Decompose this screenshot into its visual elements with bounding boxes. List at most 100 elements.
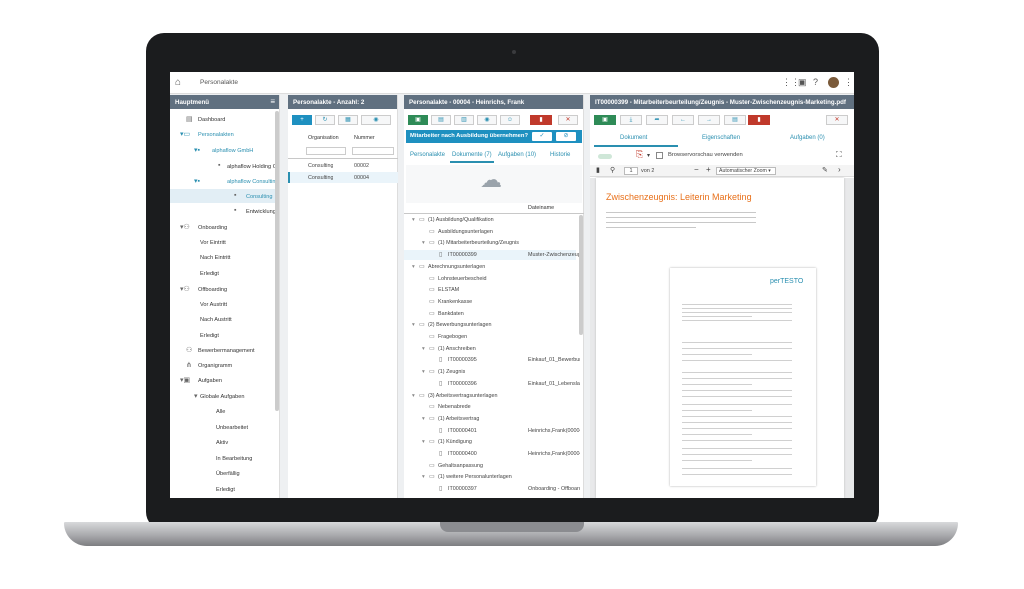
tree-item-label[interactable]: (2) Bewerbungsunterlagen <box>428 322 492 328</box>
chevron-right-icon[interactable]: › <box>838 165 841 174</box>
zoom-out-icon[interactable]: − <box>694 165 699 174</box>
chevron-down-icon[interactable]: ▾ <box>647 152 650 159</box>
audio-button[interactable]: ◉ <box>361 115 391 125</box>
chevron-down-icon[interactable]: ▾ <box>412 322 415 328</box>
browser-preview-checkbox[interactable] <box>656 152 663 159</box>
menu-item-erledigt-off[interactable]: Erledigt <box>200 333 219 339</box>
tab-eigenschaften[interactable]: Eigenschaften <box>702 135 740 141</box>
tree-item-label[interactable]: Nebenabrede <box>438 404 471 410</box>
menu-item-aktiv[interactable]: Aktiv <box>216 440 228 446</box>
close-button[interactable]: ✕ <box>558 115 578 125</box>
tree-item-label[interactable]: (3) Arbeitsvertragsunterlagen <box>428 393 498 399</box>
zoom-select[interactable]: Automatischer Zoom ▾ <box>716 167 776 175</box>
tab-dokument[interactable]: Dokument <box>620 135 647 141</box>
doc-button[interactable]: ▤ <box>724 115 746 125</box>
export-button[interactable]: ▦ <box>338 115 358 125</box>
row-num[interactable]: 00002 <box>354 163 369 169</box>
table-row-selected[interactable] <box>288 172 398 183</box>
menu-item-unbearbeitet[interactable]: Unbearbeitet <box>216 425 248 431</box>
tree-item-label[interactable]: Gehaltsanpassung <box>438 463 483 469</box>
tab-historie[interactable]: Historie <box>550 152 570 158</box>
tab-dokumente[interactable]: Dokumente (7) <box>452 152 492 158</box>
refresh-button[interactable]: ↻ <box>315 115 335 125</box>
reject-button[interactable]: ⊘ <box>556 132 576 141</box>
menu-item-globale-aufgaben[interactable]: Globale Aufgaben <box>200 394 244 400</box>
menu-item-alphaflow-gmbh[interactable]: alphaflow GmbH <box>212 148 253 154</box>
tree-item-label[interactable]: Bankdaten <box>438 311 464 317</box>
tree-item-label[interactable]: (1) Kündigung <box>438 439 472 445</box>
pdf-icon[interactable]: ⎘ <box>636 149 643 160</box>
tree-item-label[interactable]: Lohnsteuerbescheid <box>438 276 487 282</box>
tree-item-label[interactable]: IT00000396 <box>448 381 477 387</box>
approve-button[interactable]: ✓ <box>532 132 552 141</box>
chevron-down-icon[interactable]: ▾ <box>422 439 425 445</box>
menu-item-consulting[interactable]: Consulting <box>246 194 272 200</box>
tree-item-label[interactable]: ELSTAM <box>438 287 459 293</box>
new-doc-button[interactable]: ▤ <box>431 115 451 125</box>
sidebar-toggle-icon[interactable]: ▮ <box>596 166 600 174</box>
comment-icon[interactable]: ✎ <box>822 166 828 174</box>
search-icon[interactable]: ⚲ <box>610 166 615 174</box>
tree-item-label[interactable]: Ausbildungsunterlagen <box>438 229 493 235</box>
delete-button[interactable]: ▮ <box>530 115 552 125</box>
tree-item-label[interactable]: (1) Mitarbeiterbeurteilung/Zeugnis <box>438 240 519 246</box>
tree-item-label[interactable]: IT00000397 <box>448 486 477 492</box>
tree-item-label[interactable]: (1) weitere Personalunterlagen <box>438 474 512 480</box>
avatar[interactable] <box>828 77 839 88</box>
row-org[interactable]: Consulting <box>308 163 333 169</box>
chevron-down-icon[interactable]: ▾ <box>412 264 415 270</box>
zoom-in-icon[interactable]: + <box>706 165 711 174</box>
menu-item-vor-austritt[interactable]: Vor Austritt <box>200 302 227 308</box>
menu-item-personalakten[interactable]: Personalakten <box>198 132 234 138</box>
more-vert-icon[interactable]: ⋮ <box>844 77 853 88</box>
page-number-input[interactable]: 1 <box>624 167 638 175</box>
save-button[interactable]: ▣ <box>594 115 616 125</box>
chevron-down-icon[interactable]: ▾ <box>422 346 425 352</box>
gift-icon[interactable]: ▣ <box>798 77 807 88</box>
tree-item-label[interactable]: Fragebogen <box>438 334 467 340</box>
chevron-down-icon[interactable]: ▾ <box>422 416 425 422</box>
chevron-down-icon[interactable]: ▾ <box>422 240 425 246</box>
delete-button[interactable]: ▮ <box>748 115 770 125</box>
chevron-down-icon[interactable]: ▾ <box>422 369 425 375</box>
back-button[interactable]: ← <box>672 115 694 125</box>
tree-item-filename[interactable]: Einkauf_01_Bewerbung. <box>528 357 580 363</box>
chevron-down-icon[interactable]: ▾ <box>412 217 415 223</box>
menu-item-offboarding[interactable]: Offboarding <box>198 287 227 293</box>
tree-item-filename[interactable]: Onboarding - Offboarding <box>528 486 580 492</box>
menu-item-alle[interactable]: Alle <box>216 409 225 415</box>
menu-item-entwicklung[interactable]: Entwicklung <box>246 209 276 215</box>
chevron-down-icon[interactable]: ▾ <box>412 393 415 399</box>
menu-item-bewerbermanagement[interactable]: Bewerbermanagement <box>198 348 255 354</box>
menu-item-organigramm[interactable]: Organigramm <box>198 363 232 369</box>
tree-item-filename[interactable]: Muster-Zwischenzeugni <box>528 252 580 258</box>
filter-organisation-input[interactable] <box>306 147 346 155</box>
tree-item-label[interactable]: IT00000401 <box>448 428 477 434</box>
tree-item-filename[interactable]: Heinrichs,Frank(00004) <box>528 451 580 457</box>
tree-item-label[interactable]: (1) Ausbildung/Qualifikation <box>428 217 494 223</box>
menu-item-erledigt-tasks[interactable]: Erledigt <box>216 487 235 493</box>
menu-item-vor-eintritt[interactable]: Vor Eintritt <box>200 240 226 246</box>
help-icon[interactable]: ? <box>813 77 818 87</box>
forward-button[interactable]: → <box>698 115 720 125</box>
hamburger-icon[interactable]: ≡ <box>270 97 275 106</box>
tab-aufgaben[interactable]: Aufgaben (10) <box>498 152 536 158</box>
menu-item-aufgaben[interactable]: Aufgaben <box>198 378 222 384</box>
menu-item-consulting-group[interactable]: alphaflow Consulting <box>227 179 279 185</box>
tree-item-label[interactable]: IT00000399 <box>448 252 477 258</box>
add-button[interactable]: + <box>292 115 312 125</box>
tree-item-label[interactable]: (1) Arbeitsvertrag <box>438 416 479 422</box>
fullscreen-icon[interactable]: ⛶ <box>836 150 842 160</box>
user-button[interactable]: ☺ <box>500 115 520 125</box>
menu-item-holding[interactable]: alphaflow Holding Gr <box>227 164 279 170</box>
menu-item-ueberfaellig[interactable]: Überfällig <box>216 471 240 477</box>
tree-item-label[interactable]: (1) Anschreiben <box>438 346 476 352</box>
menu-item-in-bearbeitung[interactable]: In Bearbeitung <box>216 456 252 462</box>
cloud-upload-icon[interactable]: ☁ <box>480 167 502 193</box>
tree-item-label[interactable]: (1) Zeugnis <box>438 369 465 375</box>
tree-item-label[interactable]: Abrechnungsunterlagen <box>428 264 485 270</box>
save-button[interactable]: ▣ <box>408 115 428 125</box>
menu-item-onboarding[interactable]: Onboarding <box>198 225 227 231</box>
print-button[interactable]: ▥ <box>454 115 474 125</box>
menu-item-nach-eintritt[interactable]: Nach Eintritt <box>200 255 230 261</box>
